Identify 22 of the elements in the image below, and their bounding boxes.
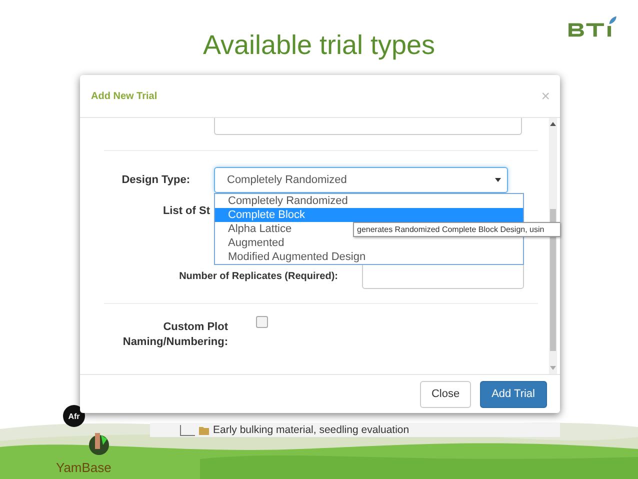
footer-label: YamBase [56,460,112,475]
checkbox[interactable] [256,316,268,328]
dropdown-option[interactable]: Modified Augmented Design [215,250,523,264]
dropdown-option[interactable]: Augmented [215,236,523,250]
field-label: List of St [162,205,210,217]
scroll-down-icon[interactable] [550,366,556,370]
dialog-title: Add New Trial [91,90,158,102]
field-label: Custom Plot Naming/Numbering: [122,320,228,350]
scrollbar[interactable] [549,118,557,374]
dropdown-option[interactable]: Completely Randomized [215,194,523,208]
row-text: Early bulking material, seedling evaluation [213,424,410,436]
folder-icon [199,426,209,434]
tooltip: generates Randomized Complete Block Design, usin [353,222,560,237]
caret-icon [495,178,501,182]
scroll-up-icon[interactable] [550,122,556,126]
close-button[interactable]: Close [420,380,471,408]
add-trial-button[interactable]: Add Trial [480,380,547,408]
field-label: Number of Replicates (Required): [178,270,338,282]
slide-title: Available trial types [202,30,436,61]
field-label: Design Type: [120,174,190,186]
design-type-dropdown[interactable]: Completely Randomized [214,167,508,193]
text-area[interactable] [214,118,522,135]
